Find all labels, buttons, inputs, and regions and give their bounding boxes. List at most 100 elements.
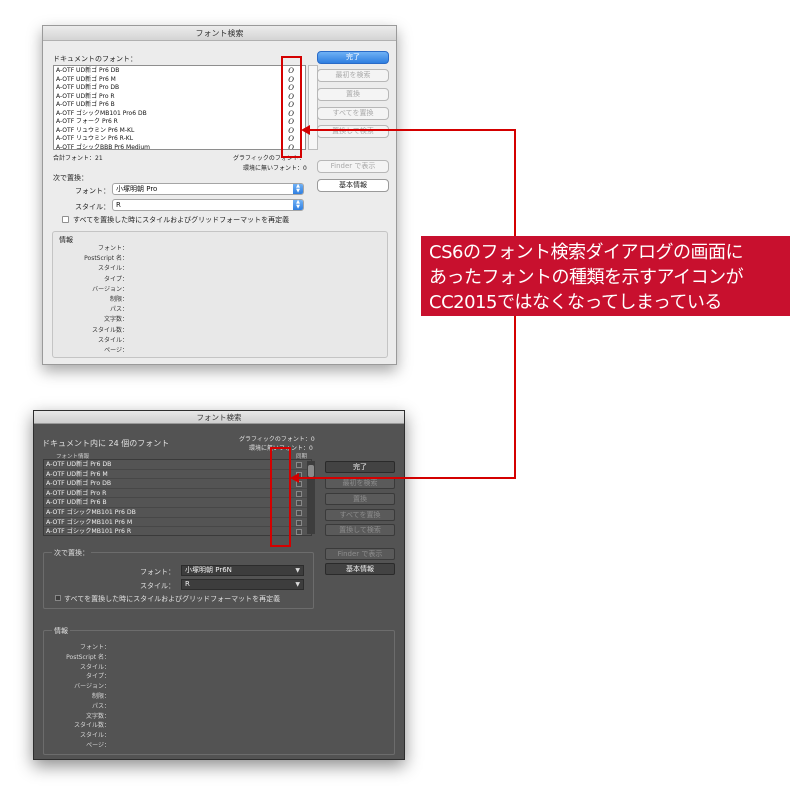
sync-checkbox[interactable]: [296, 500, 302, 507]
cc-font-list-scrollbar[interactable]: [307, 461, 315, 534]
font-name: A-OTF UD新ゴ Pro DB: [46, 480, 112, 488]
more-info-button[interactable]: 基本情報: [317, 179, 389, 192]
font-name: A-OTF ゴシックMB101 Pr6 M: [46, 518, 133, 526]
list-item[interactable]: A-OTF ゴシックBBB Pr6 Medium O: [56, 143, 304, 150]
reveal-finder-button[interactable]: Finder で表示: [317, 160, 389, 173]
info-key: ページ：: [104, 347, 128, 354]
cs6-font-list[interactable]: A-OTF UD新ゴ Pr6 DB O A-OTF UD新ゴ Pr6 M O A-OTF…: [53, 65, 306, 150]
cs6-font-select-value: 小塚明朝 Pro: [116, 185, 158, 193]
info-key: パス：: [109, 306, 128, 314]
cc-info-panel: 情報 フォント： PostScript 名： スタイル： タイプ： バージョン： 制限： パ…: [43, 626, 395, 755]
font-name: A-OTF UD新ゴ Pr6 B: [56, 101, 115, 108]
info-key: バージョン：: [74, 683, 110, 691]
cc-dialog-title: フォント検索: [34, 411, 404, 424]
font-name: A-OTF UD新ゴ Pr6 DB: [56, 67, 120, 74]
replace-find-button[interactable]: 置換して検索: [325, 524, 395, 536]
connector-line-bottom: [297, 477, 516, 479]
info-key: スタイル：: [79, 663, 110, 671]
list-item[interactable]: A-OTF UD新ゴ Pro RO: [56, 93, 304, 102]
list-item[interactable]: A-OTF フォーク Pr6 RO: [56, 118, 304, 127]
font-name: A-OTF UD新ゴ Pro R: [56, 92, 115, 100]
info-key: 文字数：: [85, 712, 110, 720]
callout-line-2: あったフォントの種類を示すアイコンが: [429, 267, 744, 288]
cs6-font-select[interactable]: 小塚明朝 Pro ▲ ▼: [112, 183, 304, 195]
cs6-find-font-dialog: フォント検索 ドキュメントのフォント： A-OTF UD新ゴ Pr6 DB O A-…: [42, 25, 397, 365]
info-key: タイプ：: [103, 275, 128, 283]
sync-checkbox[interactable]: [296, 490, 302, 497]
cs6-icon-column-highlight: [281, 56, 302, 158]
cs6-info-panel: 情報 フォント： PostScript 名： スタイル： タイプ： バージョン： 制限：パ…: [52, 231, 388, 358]
cc-redefine-checkbox[interactable]: [55, 595, 61, 601]
sync-checkbox[interactable]: [296, 519, 302, 526]
replace-button[interactable]: 置換: [325, 493, 395, 505]
info-key: フォント：: [97, 245, 128, 252]
cs6-style-select[interactable]: R ▲ ▼: [112, 199, 304, 211]
chevron-down-icon: ▼: [295, 581, 300, 588]
cc-style-label: スタイル：: [140, 582, 175, 590]
annotation-callout: CS6のフォント検索ダイアログの画面に あったフォントの種類を示すアイコンが C…: [421, 236, 790, 316]
cs6-redefine-checkbox[interactable]: [62, 216, 69, 223]
connector-line-top: [309, 129, 516, 131]
font-name: A-OTF ゴシックBBB Pr6 Medium: [56, 143, 151, 150]
font-name: A-OTF UD新ゴ Pro R: [46, 489, 107, 497]
callout-line-1: CS6のフォント検索ダイアログの画面に: [429, 242, 743, 263]
list-item[interactable]: A-OTF リュウミン Pr6 M-KL O: [56, 127, 304, 136]
info-key: PostScript 名：: [84, 255, 128, 263]
done-button[interactable]: 完了: [317, 51, 389, 64]
list-item[interactable]: A-OTF UD新ゴ Pro DB O: [56, 84, 304, 93]
reveal-finder-button[interactable]: Finder で表示: [325, 548, 395, 560]
more-info-button[interactable]: 基本情報: [325, 563, 395, 575]
cc-font-select-value: 小塚明朝 Pr6N: [185, 566, 232, 574]
info-key: フォント：: [79, 644, 110, 651]
font-name: A-OTF ゴシックMB101 Pr6 DB: [46, 509, 136, 516]
arrow-left-icon: [290, 473, 299, 483]
info-key: スタイル：: [97, 265, 128, 273]
font-name: A-OTF フォーク Pr6 R: [56, 118, 118, 125]
cc-style-select[interactable]: R ▼: [181, 579, 304, 590]
cc-graphic-fonts: グラフィックのフォント：0: [239, 436, 315, 443]
find-first-button[interactable]: 最初を検索: [317, 69, 389, 82]
list-item[interactable]: A-OTF UD新ゴ Pr6 MO: [56, 76, 304, 85]
sync-checkbox[interactable]: [296, 462, 302, 468]
cs6-doc-fonts-label: ドキュメントのフォント：: [53, 55, 137, 63]
select-stepper-icon: ▲ ▼: [293, 200, 303, 210]
replace-all-button[interactable]: すべてを置換: [325, 509, 395, 521]
info-key: ページ：: [86, 742, 110, 749]
cs6-font-label: フォント：: [75, 187, 110, 195]
scroll-thumb[interactable]: [308, 465, 314, 477]
cs6-env-fonts: 環境に無いフォント：0: [243, 165, 307, 172]
list-item[interactable]: A-OTF リュウミン Pr6 R-KL O: [56, 135, 304, 144]
font-name: A-OTF UD新ゴ Pr6 B: [46, 499, 107, 507]
cc-font-select[interactable]: 小塚明朝 Pr6N ▼: [181, 565, 304, 576]
list-item[interactable]: A-OTF UD新ゴ Pr6 DB O: [56, 67, 304, 76]
sync-checkbox[interactable]: [296, 510, 302, 516]
cs6-redefine-label: すべてを置換した時にスタイルおよびグリッドフォーマットを再定義: [73, 216, 290, 224]
info-key: パス：: [91, 702, 110, 710]
cs6-replace-with-label: 次で置換：: [53, 174, 88, 182]
list-item[interactable]: A-OTF ゴシックMB101 Pro6 DB O: [56, 110, 304, 119]
info-key: スタイル数：: [91, 326, 128, 334]
font-name: A-OTF UD新ゴ Pr6 M: [46, 470, 108, 478]
replace-find-button[interactable]: 置換して検索: [317, 125, 389, 138]
info-key: PostScript 名：: [66, 653, 110, 661]
list-item[interactable]: A-OTF UD新ゴ Pr6 BO: [56, 101, 304, 110]
cc2015-find-font-dialog: フォント検索 ドキュメント内に 24 個のフォント グラフィックのフォント：0 …: [33, 410, 405, 760]
info-key: スタイル数：: [73, 722, 110, 730]
font-name: A-OTF リュウミン Pr6 R-KL: [56, 135, 134, 142]
cc-sync-column-highlight: [270, 447, 291, 547]
replace-button[interactable]: 置換: [317, 88, 389, 101]
cs6-total-fonts: 合計フォント：21: [53, 155, 103, 162]
cs6-dialog-title: フォント検索: [43, 26, 396, 41]
sync-checkbox[interactable]: [296, 529, 302, 535]
cc-redefine-label: すべてを置換した時にスタイルおよびグリッドフォーマットを再定義: [64, 595, 281, 603]
cc-replace-with-label: 次で置換：: [52, 548, 91, 558]
replace-all-button[interactable]: すべてを置換: [317, 107, 389, 120]
select-stepper-icon: ▲ ▼: [293, 184, 303, 194]
chevron-down-icon: ▼: [295, 567, 300, 574]
font-name: A-OTF ゴシックMB101 Pr6 R: [46, 528, 132, 536]
cs6-style-select-value: R: [116, 201, 121, 209]
font-name: A-OTF UD新ゴ Pr6 M: [56, 75, 116, 83]
info-key: 文字数：: [103, 316, 128, 324]
arrow-left-icon: [301, 125, 310, 135]
done-button[interactable]: 完了: [325, 461, 395, 473]
